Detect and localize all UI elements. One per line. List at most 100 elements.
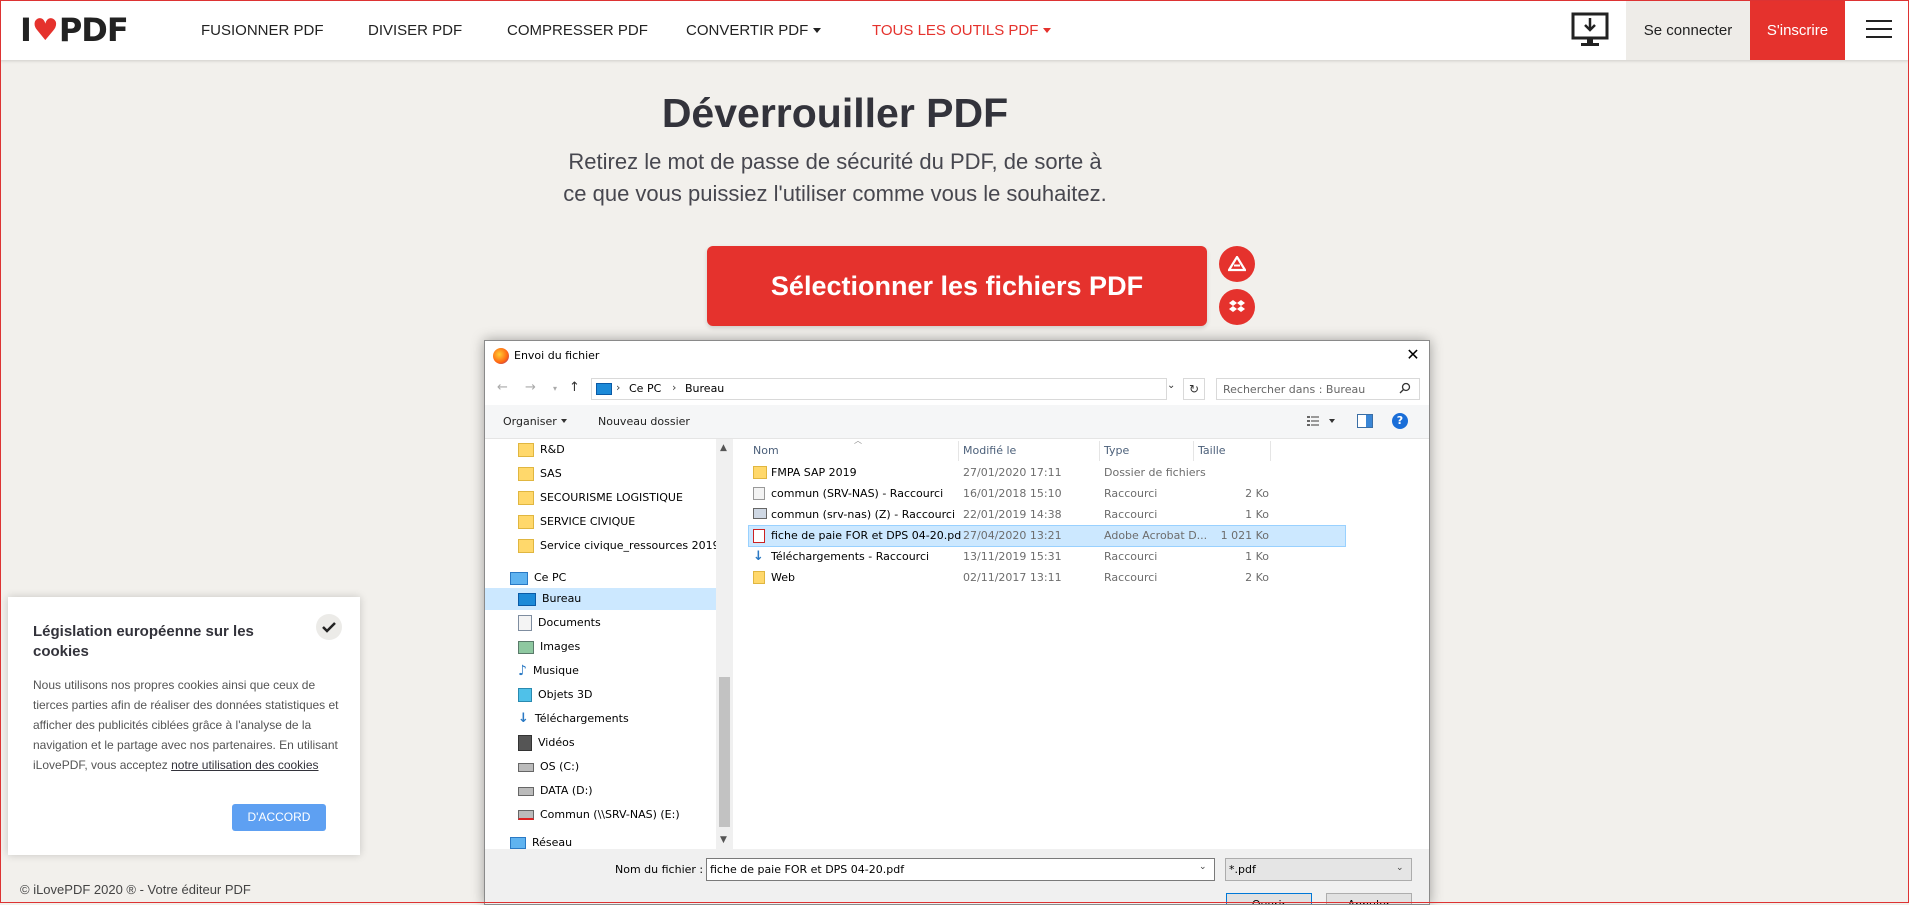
nav-compress-pdf[interactable]: COMPRESSER PDF [507, 0, 648, 60]
scrollbar-thumb[interactable] [719, 677, 730, 827]
address-bar[interactable]: › Ce PC › Bureau [591, 378, 1167, 400]
folder-icon [518, 467, 534, 481]
file-type-filter[interactable]: *.pdf ⌄ [1225, 858, 1412, 881]
tree-item-service-civique[interactable]: SERVICE CIVIQUE [518, 512, 635, 532]
recent-dropdown-icon[interactable]: ▾ [553, 384, 557, 393]
logo-text-right: PDF [58, 11, 129, 49]
view-options-icon[interactable] [1307, 415, 1339, 430]
tree-item-service-civique-ressources[interactable]: Service civique_ressources 2019 [518, 536, 716, 556]
tree-item-videos[interactable]: Vidéos [518, 733, 575, 753]
column-separator [958, 441, 959, 461]
file-size: 1 Ko [1245, 550, 1269, 563]
tree-item-sas[interactable]: SAS [518, 464, 562, 484]
ilovepdf-logo[interactable]: I ♥ PDF [20, 11, 129, 49]
tree-item-secourisme[interactable]: SECOURISME LOGISTIQUE [518, 488, 683, 508]
tree-item-objets-3d[interactable]: Objets 3D [518, 685, 592, 705]
tree-item-images[interactable]: Images [518, 637, 580, 657]
shortcut-icon [753, 487, 765, 500]
new-folder-button[interactable]: Nouveau dossier [598, 415, 690, 428]
file-row[interactable]: commun (srv-nas) (Z) - Raccourci 22/01/2… [749, 505, 1345, 525]
breadcrumb-ce-pc[interactable]: Ce PC [629, 382, 661, 395]
organize-button[interactable]: Organiser [503, 415, 567, 428]
hamburger-menu-icon[interactable] [1866, 20, 1892, 40]
nav-convert-pdf[interactable]: CONVERTIR PDF [686, 0, 822, 60]
page-subtitle: Retirez le mot de passe de sécurité du P… [563, 149, 1107, 206]
select-pdf-button[interactable]: Sélectionner les fichiers PDF [707, 246, 1207, 326]
file-row[interactable]: Web 02/11/2017 13:11 Raccourci 2 Ko [749, 568, 1345, 588]
file-row-selected[interactable]: fiche de paie FOR et DPS 04-20.pdf 27/04… [748, 525, 1346, 547]
forward-arrow-icon[interactable]: → [525, 380, 536, 395]
close-icon[interactable]: ✕ [1405, 347, 1421, 363]
filename-dropdown-icon[interactable]: ⌄ [1199, 862, 1207, 872]
computer-icon [596, 383, 612, 395]
file-modified: 22/01/2019 14:38 [963, 508, 1062, 521]
login-button[interactable]: Se connecter [1626, 0, 1750, 60]
cookie-title: Législation européenne sur les cookies [33, 623, 254, 660]
chevron-down-icon: ⌄ [1396, 863, 1404, 873]
scroll-up-icon[interactable]: ▲ [720, 443, 727, 453]
shortcut-icon [753, 508, 767, 519]
file-modified: 02/11/2017 13:11 [963, 571, 1062, 584]
tree-item-data-d[interactable]: DATA (D:) [518, 781, 593, 801]
cookie-accept-button[interactable]: D'ACCORD [232, 804, 326, 831]
tree-item-bureau[interactable]: Bureau [518, 589, 581, 609]
breadcrumb-bureau[interactable]: Bureau [685, 382, 724, 395]
file-row[interactable]: ↓ Téléchargements - Raccourci 13/11/2019… [749, 547, 1345, 567]
up-arrow-icon[interactable]: ↑ [569, 380, 580, 395]
tree-item-reseau[interactable]: Réseau [510, 833, 572, 849]
file-row[interactable]: commun (SRV-NAS) - Raccourci 16/01/2018 … [749, 484, 1345, 504]
file-size: 1 Ko [1245, 508, 1269, 521]
drive-icon [518, 762, 534, 772]
file-row[interactable]: FMPA SAP 2019 27/01/2020 17:11 Dossier d… [749, 463, 1345, 483]
column-size[interactable]: Taille [1198, 439, 1226, 463]
file-modified: 27/04/2020 13:21 [963, 529, 1062, 542]
tree-item-ce-pc[interactable]: Ce PC [510, 568, 566, 588]
open-button[interactable]: Ouvrir [1226, 893, 1312, 904]
preview-pane-icon[interactable] [1357, 414, 1373, 431]
tree-item-documents[interactable]: Documents [518, 613, 601, 633]
file-name: Web [771, 571, 795, 584]
chevron-down-icon [560, 419, 567, 423]
desktop-download-icon[interactable] [1570, 12, 1610, 48]
desktop-icon [518, 592, 536, 606]
refresh-icon[interactable]: ↻ [1183, 378, 1205, 400]
checkmark-icon[interactable] [316, 614, 342, 640]
tree-item-os-c[interactable]: OS (C:) [518, 757, 579, 777]
google-drive-icon[interactable] [1219, 246, 1255, 282]
dropbox-icon[interactable] [1219, 289, 1255, 325]
nav-merge-pdf[interactable]: FUSIONNER PDF [201, 0, 324, 60]
filename-input[interactable]: fiche de paie FOR et DPS 04-20.pdf [706, 858, 1215, 881]
music-icon: ♪ [518, 663, 527, 679]
tree-item-musique[interactable]: ♪ Musique [518, 661, 579, 681]
folder-icon [518, 491, 534, 505]
cookie-policy-link[interactable]: notre utilisation des cookies [171, 758, 318, 772]
network-drive-icon [518, 810, 534, 820]
scroll-down-icon[interactable]: ▼ [720, 835, 727, 845]
top-navbar: I ♥ PDF FUSIONNER PDF DIVISER PDF COMPRE… [0, 0, 1909, 60]
column-name[interactable]: Nom [753, 439, 779, 463]
tree-scrollbar[interactable]: ▲ ▼ [716, 439, 733, 849]
file-name: fiche de paie FOR et DPS 04-20.pdf [771, 529, 961, 542]
file-list: ︿ Nom Modifié le Type Taille FMPA SAP 20… [733, 436, 1429, 849]
filename-label: Nom du fichier : [615, 863, 704, 876]
nav-all-tools[interactable]: TOUS LES OUTILS PDF [872, 0, 1052, 60]
chevron-right-icon: › [616, 381, 621, 394]
file-modified: 27/01/2020 17:11 [963, 466, 1062, 479]
help-icon[interactable]: ? [1392, 413, 1408, 429]
back-arrow-icon[interactable]: ← [497, 380, 508, 395]
file-modified: 13/11/2019 15:31 [963, 550, 1062, 563]
column-modified[interactable]: Modifié le [963, 439, 1016, 463]
nav-split-pdf[interactable]: DIVISER PDF [368, 0, 462, 60]
signup-button[interactable]: S'inscrire [1750, 0, 1845, 60]
folder-icon [753, 466, 767, 479]
cancel-button[interactable]: Annuler [1326, 893, 1412, 904]
column-separator [1270, 441, 1271, 461]
address-dropdown-icon[interactable]: ⌄ [1167, 380, 1175, 391]
tree-item-commun-e[interactable]: Commun (\\SRV-NAS) (E:) [518, 805, 680, 825]
search-input[interactable]: Rechercher dans : Bureau [1216, 378, 1420, 400]
folder-icon [518, 443, 534, 457]
column-type[interactable]: Type [1104, 439, 1129, 463]
tree-item-telechargements[interactable]: ↓ Téléchargements [518, 709, 629, 729]
file-name: Téléchargements - Raccourci [771, 550, 930, 563]
tree-item-rnd[interactable]: R&D [518, 440, 565, 460]
